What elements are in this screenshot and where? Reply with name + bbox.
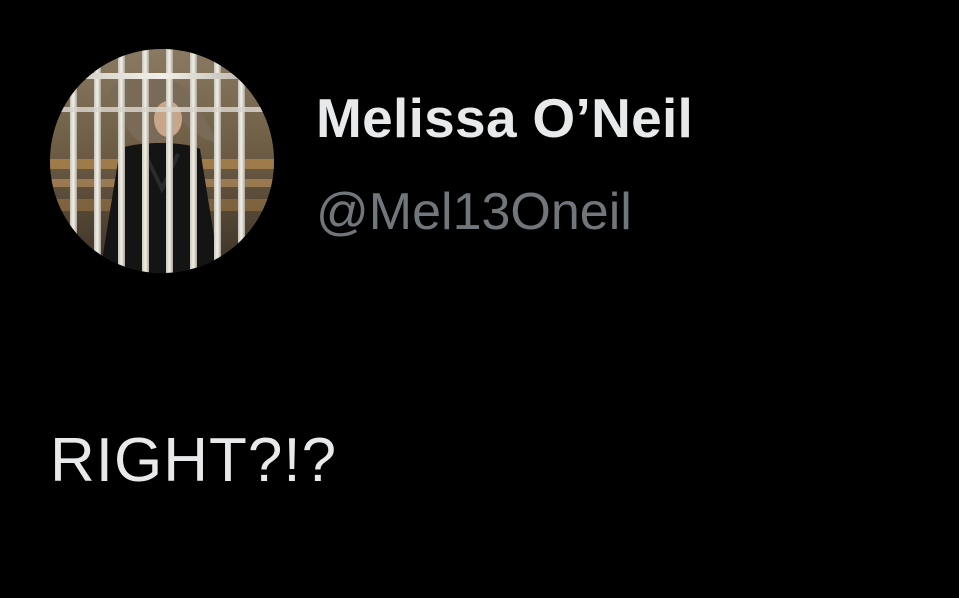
tweet-card: Melissa O’Neil @Mel13Oneil RIGHT?!? — [0, 0, 959, 598]
user-handle[interactable]: @Mel13Oneil — [316, 182, 632, 242]
profile-photo-icon — [50, 49, 274, 273]
tweet-text: RIGHT?!? — [50, 426, 338, 495]
avatar[interactable] — [50, 49, 274, 273]
display-name[interactable]: Melissa O’Neil — [316, 86, 693, 150]
